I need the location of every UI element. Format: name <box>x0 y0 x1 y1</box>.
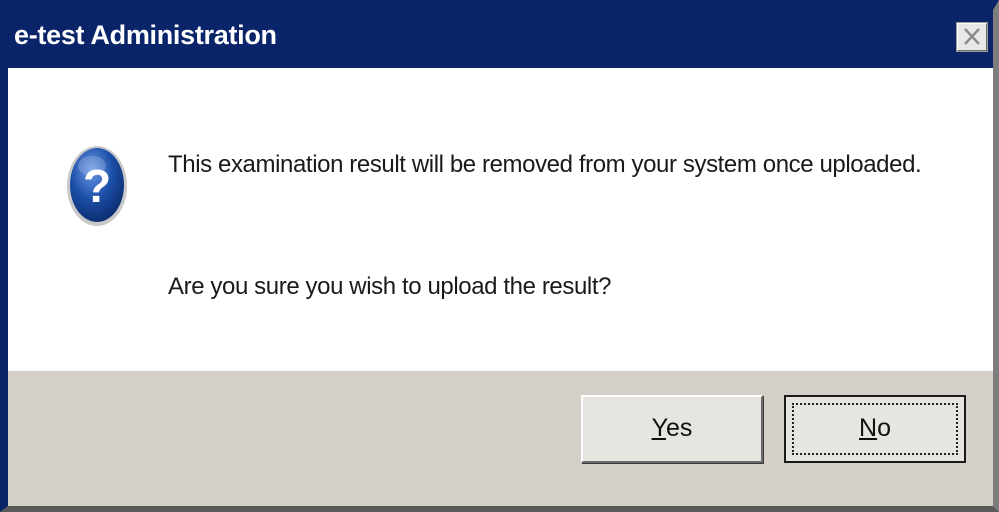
close-icon <box>964 28 980 45</box>
title-bar[interactable]: e-test Administration <box>8 10 993 68</box>
no-button-label: No <box>859 414 891 442</box>
question-icon: ? <box>66 140 128 228</box>
no-button[interactable]: No <box>784 395 966 463</box>
button-bar: Yes No <box>8 371 993 506</box>
close-button[interactable] <box>956 22 988 52</box>
message-line-2: Are you sure you wish to upload the resu… <box>168 273 612 300</box>
window-title: e-test Administration <box>14 20 277 50</box>
question-mark-glyph: ? <box>83 160 111 212</box>
dialog-content: ? This examination result will be remove… <box>8 68 993 371</box>
yes-button-label: Yes <box>651 414 693 442</box>
message-dialog: e-test Administration ? This examination… <box>0 0 999 512</box>
message-line-1: This examination result will be removed … <box>168 151 922 178</box>
yes-button[interactable]: Yes <box>581 395 763 463</box>
